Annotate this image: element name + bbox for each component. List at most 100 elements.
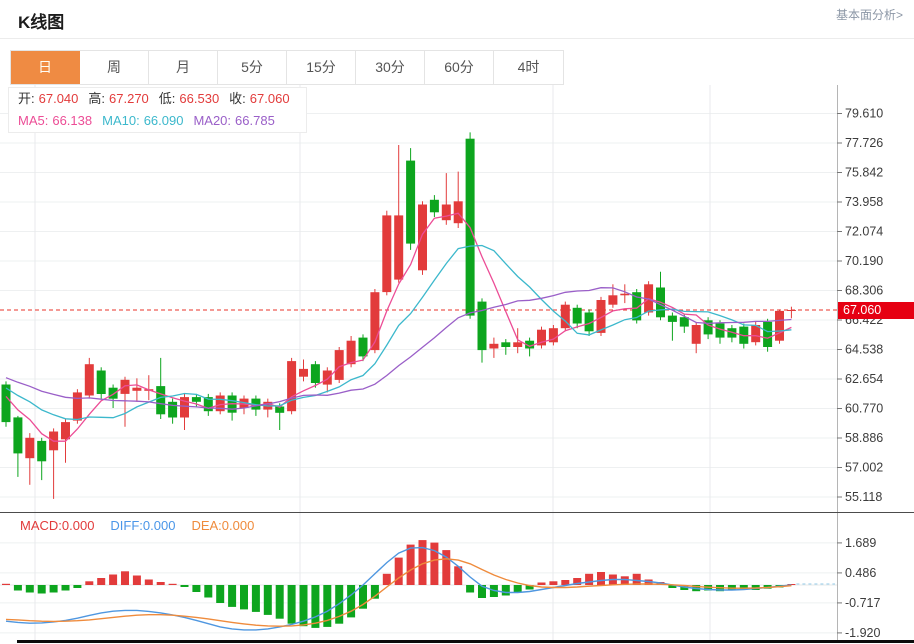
price-axis-label: 79.610 [845,107,883,121]
ohlc-label-1: 高: [88,91,105,106]
candle-body [489,344,498,349]
macd-bar [538,583,546,586]
candle-body [299,369,308,377]
candle-body [25,438,34,458]
price-axis-label: 68.306 [845,284,883,298]
kline-widget: K线图 基本面分析> 日周月5分15分30分60分4时 开: 67.040 高: 67… [0,0,914,644]
period-tabs: 日周月5分15分30分60分4时 [10,50,564,85]
ohlc-label-3: 收: [229,91,246,106]
macd-bar [430,543,438,585]
tab-30min[interactable]: 30分 [356,51,425,84]
price-axis-label: 55.118 [845,490,882,504]
candle-body [442,205,451,221]
ma-label-1: MA10: [102,113,140,128]
candle-body [347,341,356,365]
macd-bar [597,572,605,585]
candle-body [608,295,617,304]
ma-label-0: MA5: [18,113,48,128]
macd-bar [121,571,129,585]
ohlc-value-2: 66.530 [179,91,219,106]
header-divider [0,38,914,39]
tab-15min[interactable]: 15分 [287,51,356,84]
macd-axis-label: 1.689 [845,536,876,550]
candle-body [620,294,629,296]
ma-label-2: MA20: [193,113,231,128]
macd-bar [192,585,200,592]
price-axis-label: 72.074 [845,225,883,239]
macd-bar [85,581,93,585]
candle-body [406,161,415,244]
candle-body [61,422,70,439]
ma-row: MA5:66.138MA10:66.090MA20:66.785 [9,110,306,132]
macd-bar [276,585,284,619]
ma-value-2: 66.785 [235,113,275,128]
candles-layer [2,132,796,499]
candle-body [132,388,141,391]
tab-5min[interactable]: 5分 [218,51,287,84]
candle-body [156,386,165,414]
ohlc-row: 开:67.040高:67.270低:66.530收:67.060 [9,88,306,110]
candle-body [311,364,320,383]
macd-axis-label: -1.920 [845,626,880,640]
price-axis-label: 73.958 [845,195,883,209]
tab-month[interactable]: 月 [149,51,218,84]
candle-body [37,441,46,461]
ohlc-value-0: 67.040 [39,91,79,106]
macd-bar [549,581,557,585]
macd-bar [157,582,165,585]
tab-day[interactable]: 日 [11,51,80,84]
candle-body [573,308,582,324]
ohlc-info-box: 开:67.040高:67.270低:66.530收:67.060 MA5:66.… [8,87,307,133]
macd-bar [240,585,248,609]
fundamental-analysis-link[interactable]: 基本面分析> [836,6,903,23]
macd-bar [181,585,189,587]
price-axis: 79.61077.72675.84273.95872.07470.19068.3… [837,85,883,512]
bottom-bar [17,640,914,643]
macd-bar [252,585,260,612]
macd-bar [26,585,34,593]
ohlc-label-0: 开: [18,91,35,106]
macd-axis-label: -0.717 [845,596,880,610]
candle-body [109,388,118,399]
candle-body [73,392,82,420]
candle-body [775,311,784,341]
tab-week[interactable]: 周 [80,51,149,84]
price-axis-label: 57.002 [845,461,883,475]
macd-bar [145,580,153,586]
macd-bar [97,578,105,585]
tab-4hour[interactable]: 4时 [494,51,563,84]
price-axis-label: 77.726 [845,136,883,150]
macd-bar [216,585,224,603]
macd-bar [407,545,415,585]
price-axis-label: 75.842 [845,166,883,180]
candle-body [763,322,772,347]
page-title: K线图 [18,8,64,33]
price-axis-label: 58.886 [845,431,883,445]
candle-body [97,371,106,395]
candle-body [430,200,439,213]
macd-axis: 1.6890.486-0.717-1.920 [837,513,880,640]
macd-bar [514,585,522,593]
ma-value-0: 66.138 [52,113,92,128]
price-chart[interactable]: 79.61077.72675.84273.95872.07470.19068.3… [0,85,914,512]
candle-body [501,342,510,347]
candle-body [787,310,796,311]
macd-bar [466,585,474,593]
macd-bar [50,585,58,593]
tab-60min[interactable]: 60分 [425,51,494,84]
candle-body [359,338,368,357]
candle-body [382,215,391,292]
macd-bar [228,585,236,607]
macd-bar [73,585,81,588]
macd-bar [561,580,569,585]
candle-body [668,316,677,322]
macd-bar [109,575,117,586]
candle-body [85,364,94,395]
current-price-tag: 67.060 [838,302,914,319]
macd-bar [2,584,10,585]
candle-body [454,201,463,223]
candle-body [394,215,403,279]
macd-bar [133,576,141,586]
macd-bar [502,585,510,596]
macd-label-1: DIFF:0.000 [110,518,175,533]
